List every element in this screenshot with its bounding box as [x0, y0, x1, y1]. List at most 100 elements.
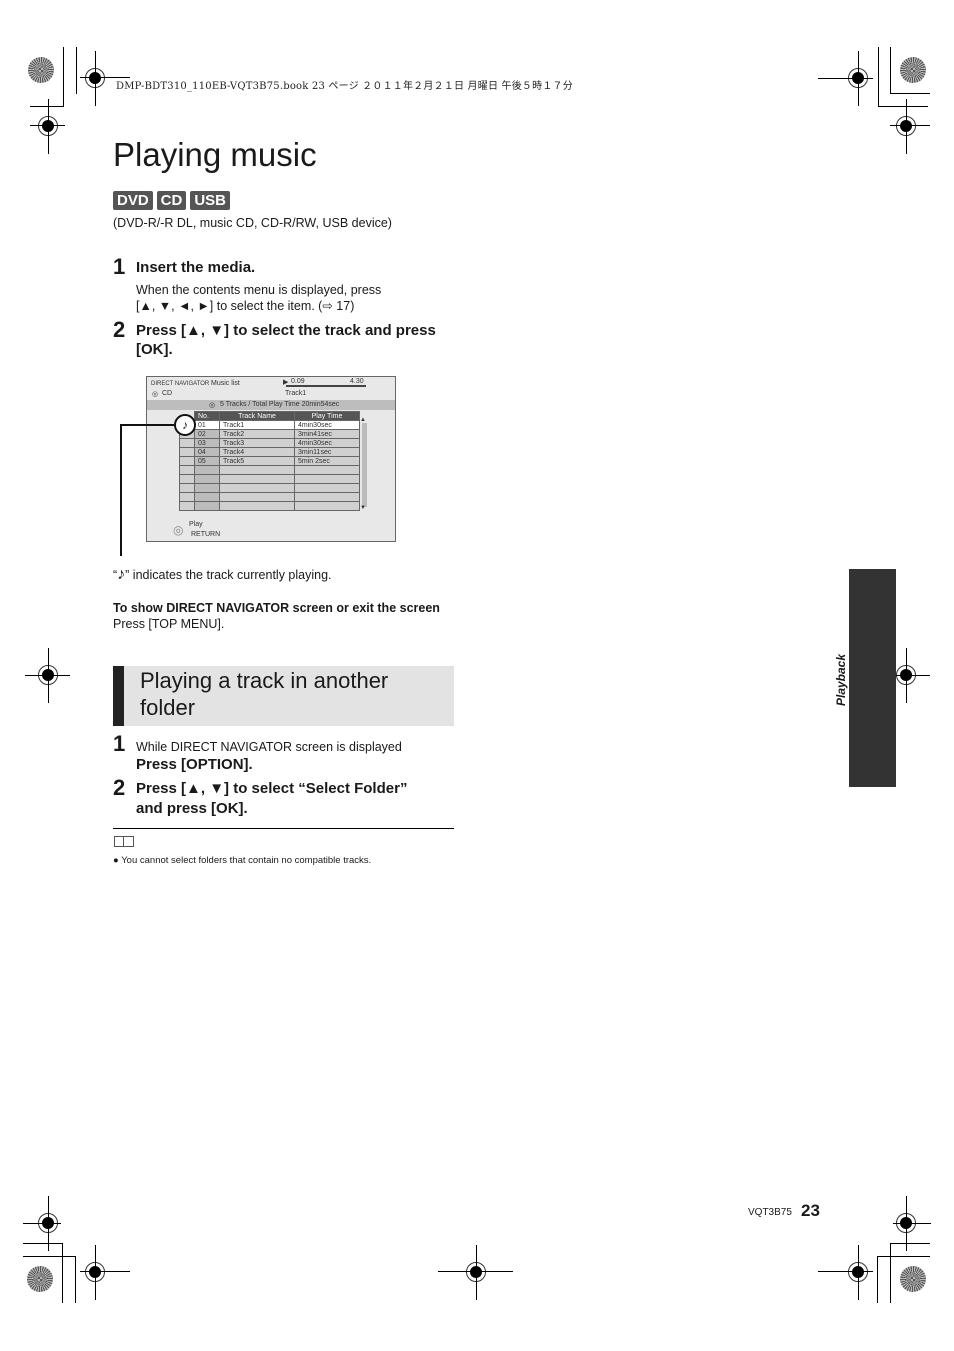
music-note-icon: ♪ [117, 566, 126, 583]
time-elapsed: 0.09 [291, 378, 305, 385]
track-name: Track2 [219, 429, 295, 439]
registration-line [438, 1271, 513, 1272]
column-header: No. [194, 411, 220, 421]
step-number: 2 [113, 775, 126, 800]
step-title: Press [▲, ▼] to select “Select Folder” [136, 780, 408, 797]
print-header: DMP-BDT310_110EB-VQT3B75.book 23 ページ ２０１… [116, 81, 573, 92]
registration-target [38, 99, 58, 154]
step-body: [▲, ▼, ◄, ►] to select the item. (⇨ 17) [136, 299, 355, 313]
progress-track [286, 385, 366, 387]
summary-text: 5 Tracks / Total Play Time 20min54sec [220, 401, 340, 408]
book-icon [114, 836, 134, 847]
table-row[interactable]: 02 Track2 3min41sec [179, 429, 360, 439]
step-title: Press [▲, ▼] to select the track and pre… [136, 322, 436, 339]
scroll-down-icon[interactable]: ▼ [360, 505, 366, 511]
track-time: 3min11sec [294, 447, 360, 457]
media-badges: DVD CD USB [113, 191, 231, 210]
footer-return: RETURN [191, 531, 221, 538]
scroll-up-icon[interactable]: ▲ [360, 417, 366, 423]
track-name: Track3 [219, 438, 295, 448]
table-header: No. Track Name Play Time [180, 411, 360, 421]
column-header: Track Name [219, 411, 295, 421]
badge-dvd: DVD [113, 191, 153, 210]
crop-mark [878, 47, 879, 107]
track-number: 01 [194, 420, 220, 430]
progress-fill [286, 385, 366, 387]
color-registration-rosette [27, 1266, 53, 1292]
track-time: 5min 2sec [294, 456, 360, 466]
crop-mark [62, 1243, 63, 1303]
step-pretext: While DIRECT NAVIGATOR screen is display… [136, 740, 402, 754]
table-row[interactable]: 05 Track5 5min 2sec [179, 456, 360, 466]
table-row[interactable]: 04 Track4 3min11sec [179, 447, 360, 457]
track-number: 02 [194, 429, 220, 439]
screen-header-center: Music list [211, 380, 240, 387]
page-number: 23 [801, 1201, 820, 1220]
page-title: Playing music [113, 136, 317, 173]
registration-target [85, 51, 105, 106]
scrollbar[interactable] [362, 423, 367, 507]
screen-header-left: DIRECT NAVIGATOR [151, 381, 210, 387]
table-row[interactable]: 03 Track3 4min30sec [179, 438, 360, 448]
step-title: Insert the media. [136, 259, 256, 276]
disc-icon: ◎ [209, 402, 216, 409]
ok-button-icon: ◎ [173, 523, 184, 537]
registration-line [80, 1271, 130, 1272]
table-row-empty [179, 492, 360, 502]
section-bar [113, 666, 124, 726]
crop-mark [890, 47, 891, 94]
time-total: 4.30 [350, 378, 364, 385]
direct-nav-body: Press [TOP MENU]. [113, 617, 225, 631]
badge-usb: USB [190, 191, 231, 210]
step-number: 1 [113, 731, 126, 756]
divider [113, 828, 454, 829]
side-tab-label: Playback [834, 653, 848, 707]
crop-mark [878, 106, 928, 107]
track-time: 3min41sec [294, 429, 360, 439]
step-body: When the contents menu is displayed, pre… [136, 283, 382, 297]
crop-mark [23, 1243, 63, 1244]
registration-target [466, 1245, 486, 1300]
media-label: CD [162, 390, 173, 397]
registration-line [30, 125, 65, 126]
crop-mark [23, 1256, 76, 1257]
track-name: Track5 [219, 456, 295, 466]
section-title: Playing a track in another folder [140, 668, 389, 720]
table-row[interactable]: 01 Track1 4min30sec [179, 420, 360, 430]
registration-target [896, 99, 916, 154]
direct-navigator-screen: DIRECT NAVIGATOR Music list ◎ CD ▶ 0.09 … [146, 376, 396, 542]
registration-line [25, 675, 70, 676]
disc-icon: ◎ [152, 391, 159, 398]
crop-mark [877, 1256, 878, 1303]
crop-mark [30, 106, 64, 107]
track-table: No. Track Name Play Time 01 Track1 4min3… [179, 411, 360, 511]
color-registration-rosette [900, 1266, 926, 1292]
table-row-empty [179, 483, 360, 493]
step-number: 1 [113, 254, 126, 279]
badge-cd: CD [156, 191, 187, 210]
direct-nav-heading: To show DIRECT NAVIGATOR screen or exit … [113, 601, 440, 615]
step-title: Press [OPTION]. [136, 756, 253, 773]
table-row-empty [179, 474, 360, 484]
registration-line [23, 1223, 61, 1224]
footer-play: Play [189, 521, 203, 528]
track-number: 03 [194, 438, 220, 448]
registration-target [848, 1245, 868, 1300]
registration-line [890, 125, 930, 126]
color-registration-rosette [28, 57, 54, 83]
step-title: [OK]. [136, 341, 173, 358]
footer-code: VQT3B75 [748, 1207, 792, 1218]
side-tab [849, 569, 896, 787]
media-note: (DVD-R/-R DL, music CD, CD-R/RW, USB dev… [113, 216, 392, 230]
crop-mark [63, 47, 64, 107]
column-header: Play Time [294, 411, 360, 421]
crop-mark [76, 47, 77, 94]
summary-banner: ◎ 5 Tracks / Total Play Time 20min54sec [147, 400, 395, 410]
crop-mark [890, 1243, 891, 1303]
step-number: 2 [113, 317, 126, 342]
now-playing: Track1 [285, 390, 307, 397]
track-time: 4min30sec [294, 438, 360, 448]
registration-line [818, 1271, 873, 1272]
track-number: 05 [194, 456, 220, 466]
registration-line [893, 1223, 931, 1224]
